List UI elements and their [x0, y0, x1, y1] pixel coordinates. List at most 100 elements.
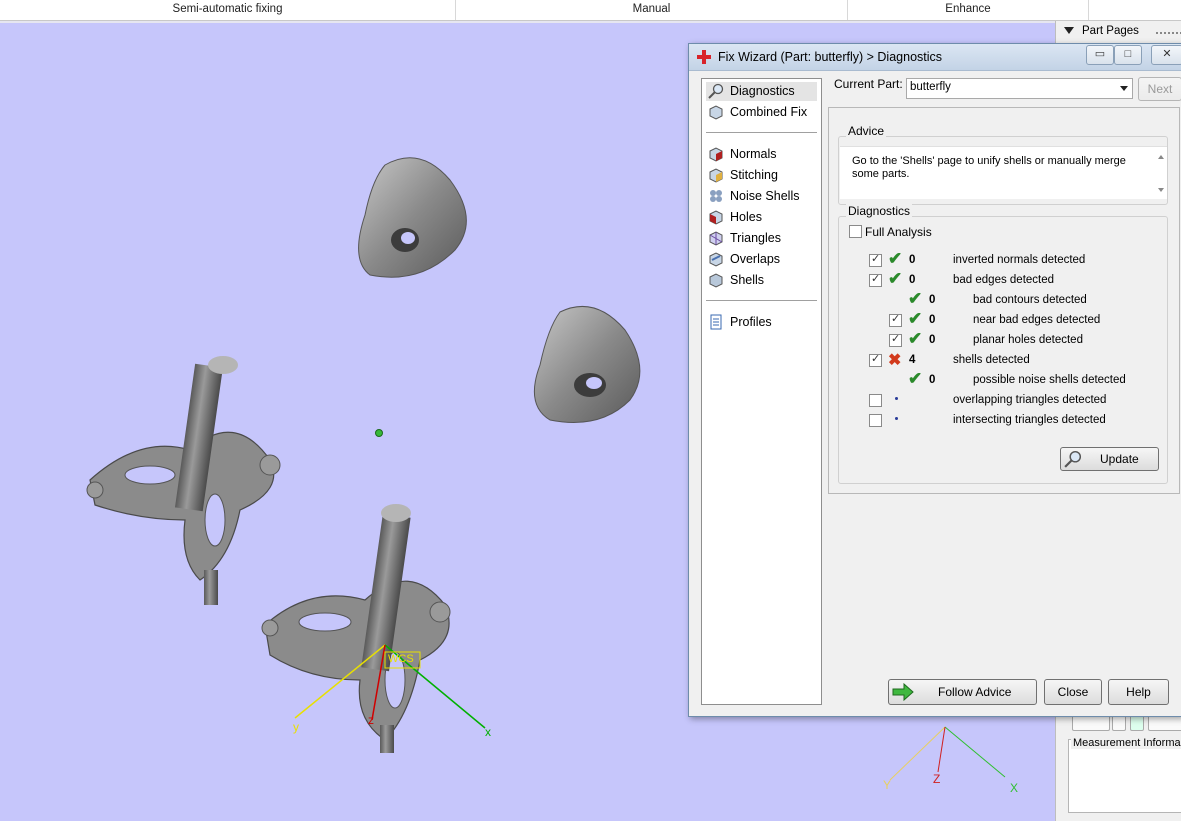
diagnostic-row: overlapping triangles detected — [829, 392, 1169, 410]
diagnostic-label: inverted normals detected — [953, 254, 1086, 266]
diagnostic-count: 0 — [909, 274, 916, 286]
mini-orientation-axes — [889, 726, 1006, 781]
follow-advice-label: Follow Advice — [938, 685, 1012, 699]
next-button[interactable]: Next — [1138, 77, 1181, 101]
current-part-value: butterfly — [910, 81, 951, 93]
diagnostic-row: ✔ 0 bad edges detected — [829, 269, 1169, 290]
diagnostic-count: 0 — [909, 254, 916, 266]
diagnostic-label: possible noise shells detected — [973, 374, 1126, 386]
nav-item-combined-fix[interactable]: Combined Fix — [706, 103, 817, 122]
help-button[interactable]: Help — [1108, 679, 1169, 705]
overlaps-icon — [709, 252, 723, 267]
rotation-center-dot — [375, 429, 383, 437]
diagnostic-checkbox[interactable] — [889, 312, 902, 327]
nav-item-diagnostics[interactable]: Diagnostics — [706, 82, 817, 101]
diagnostics-group-title: Diagnostics — [846, 204, 913, 218]
nav-item-profiles[interactable]: Profiles — [706, 313, 817, 332]
axis-z-label: z — [368, 713, 374, 727]
diagnostic-label: bad edges detected — [953, 274, 1055, 286]
nav-item-overlaps[interactable]: Overlaps — [706, 250, 817, 269]
advice-text: Go to the 'Shells' page to unify shells … — [852, 155, 1126, 180]
maximize-button[interactable]: □ — [1114, 45, 1142, 65]
collapse-triangle-icon — [1064, 27, 1074, 35]
checkmark-icon: ✔ — [908, 329, 923, 348]
measurement-info-label: Measurement Informa — [1071, 737, 1181, 749]
butterfly-model-2[interactable] — [261, 504, 451, 753]
scroll-down-icon[interactable] — [1158, 188, 1164, 192]
green-arrow-icon — [892, 682, 914, 702]
mini-axis-y-label: Y — [883, 778, 892, 792]
pending-dot-icon — [895, 417, 898, 420]
update-button[interactable]: Update — [1060, 447, 1159, 471]
chevron-down-icon — [1120, 86, 1128, 91]
diagnostic-row: ✔ 0 possible noise shells detected — [829, 369, 1169, 390]
close-button[interactable]: Close — [1044, 679, 1102, 705]
diagnostic-count: 4 — [909, 354, 916, 366]
red-cross-icon — [697, 50, 711, 64]
checkmark-icon: ✔ — [888, 249, 903, 268]
close-window-button[interactable]: ✕ — [1151, 45, 1181, 65]
diagnostic-checkbox[interactable] — [869, 352, 882, 367]
scroll-up-icon[interactable] — [1158, 155, 1164, 159]
wizard-nav-pane: Diagnostics Combined Fix Normals Stitchi… — [701, 78, 822, 705]
dialog-titlebar[interactable]: Fix Wizard (Part: butterfly) > Diagnosti… — [689, 44, 1181, 71]
diagnostic-checkbox[interactable] — [869, 272, 882, 287]
advice-group-title: Advice — [846, 124, 887, 138]
document-icon — [710, 314, 722, 330]
nav-item-triangles[interactable]: Triangles — [706, 229, 817, 248]
dialog-title: Fix Wizard (Part: butterfly) > Diagnosti… — [718, 50, 943, 64]
diagnostic-row: ✔ 0 inverted normals detected — [829, 249, 1169, 270]
noise-shells-icon — [710, 190, 722, 202]
cube-icon — [709, 105, 723, 120]
ring-model-2[interactable] — [533, 305, 641, 423]
part-pages-label: Part Pages — [1082, 25, 1139, 37]
normals-cube-icon — [709, 147, 723, 162]
tab-manual[interactable]: Manual — [456, 0, 848, 20]
checkmark-icon: ✔ — [908, 289, 923, 308]
nav-separator — [706, 300, 817, 301]
diagnostic-label: intersecting triangles detected — [953, 414, 1106, 426]
current-part-select[interactable]: butterfly — [906, 78, 1133, 99]
nav-item-noise-shells[interactable]: Noise Shells — [706, 187, 817, 206]
tab-semi-automatic-fixing[interactable]: Semi-automatic fixing — [0, 0, 456, 20]
wcs-label: WCS — [388, 653, 414, 665]
error-x-icon: ✖ — [888, 352, 902, 369]
magnifier-icon — [708, 83, 724, 99]
shells-cube-icon — [709, 273, 723, 288]
nav-separator — [706, 132, 817, 133]
butterfly-model-1[interactable] — [86, 356, 281, 605]
follow-advice-button[interactable]: Follow Advice — [888, 679, 1037, 705]
diagnostic-checkbox[interactable] — [869, 252, 882, 267]
nav-item-stitching[interactable]: Stitching — [706, 166, 817, 185]
diagnostic-checkbox[interactable] — [889, 332, 902, 347]
diagnostic-checkbox[interactable] — [869, 394, 882, 407]
nav-item-holes[interactable]: Holes — [706, 208, 817, 227]
nav-item-normals[interactable]: Normals — [706, 145, 817, 164]
diagnostic-row: ✔ 0 planar holes detected — [829, 329, 1169, 350]
diagnostic-label: shells detected — [953, 354, 1030, 366]
ring-model-1[interactable] — [358, 157, 467, 278]
holes-cube-icon — [709, 210, 723, 225]
diagnostic-row: ✔ 0 near bad edges detected — [829, 309, 1169, 330]
diagnostic-label: planar holes detected — [973, 334, 1083, 346]
advice-text-box: Go to the 'Shells' page to unify shells … — [840, 146, 1167, 199]
measurement-info-box — [1068, 739, 1181, 813]
minimize-button[interactable]: ▭ — [1086, 45, 1114, 65]
full-analysis-checkbox[interactable] — [849, 225, 862, 238]
full-analysis-label: Full Analysis — [865, 225, 932, 239]
diagnostic-label: bad contours detected — [973, 294, 1087, 306]
top-tab-bar: Semi-automatic fixing Manual Enhance — [0, 0, 1181, 21]
triangles-cube-icon — [709, 231, 723, 246]
diagnostic-row: intersecting triangles detected — [829, 412, 1169, 430]
diagnostic-checkbox[interactable] — [869, 414, 882, 427]
update-label: Update — [1100, 452, 1139, 466]
checkmark-icon: ✔ — [908, 369, 923, 388]
pending-dot-icon — [895, 397, 898, 400]
part-pages-header[interactable]: Part Pages — [1064, 25, 1139, 37]
fix-wizard-dialog: Fix Wizard (Part: butterfly) > Diagnosti… — [688, 43, 1181, 717]
nav-item-shells[interactable]: Shells — [706, 271, 817, 290]
tab-enhance[interactable]: Enhance — [848, 0, 1089, 20]
axis-y-label: y — [293, 720, 299, 734]
diagnostic-count: 0 — [929, 374, 936, 386]
diagnostic-count: 0 — [929, 294, 936, 306]
